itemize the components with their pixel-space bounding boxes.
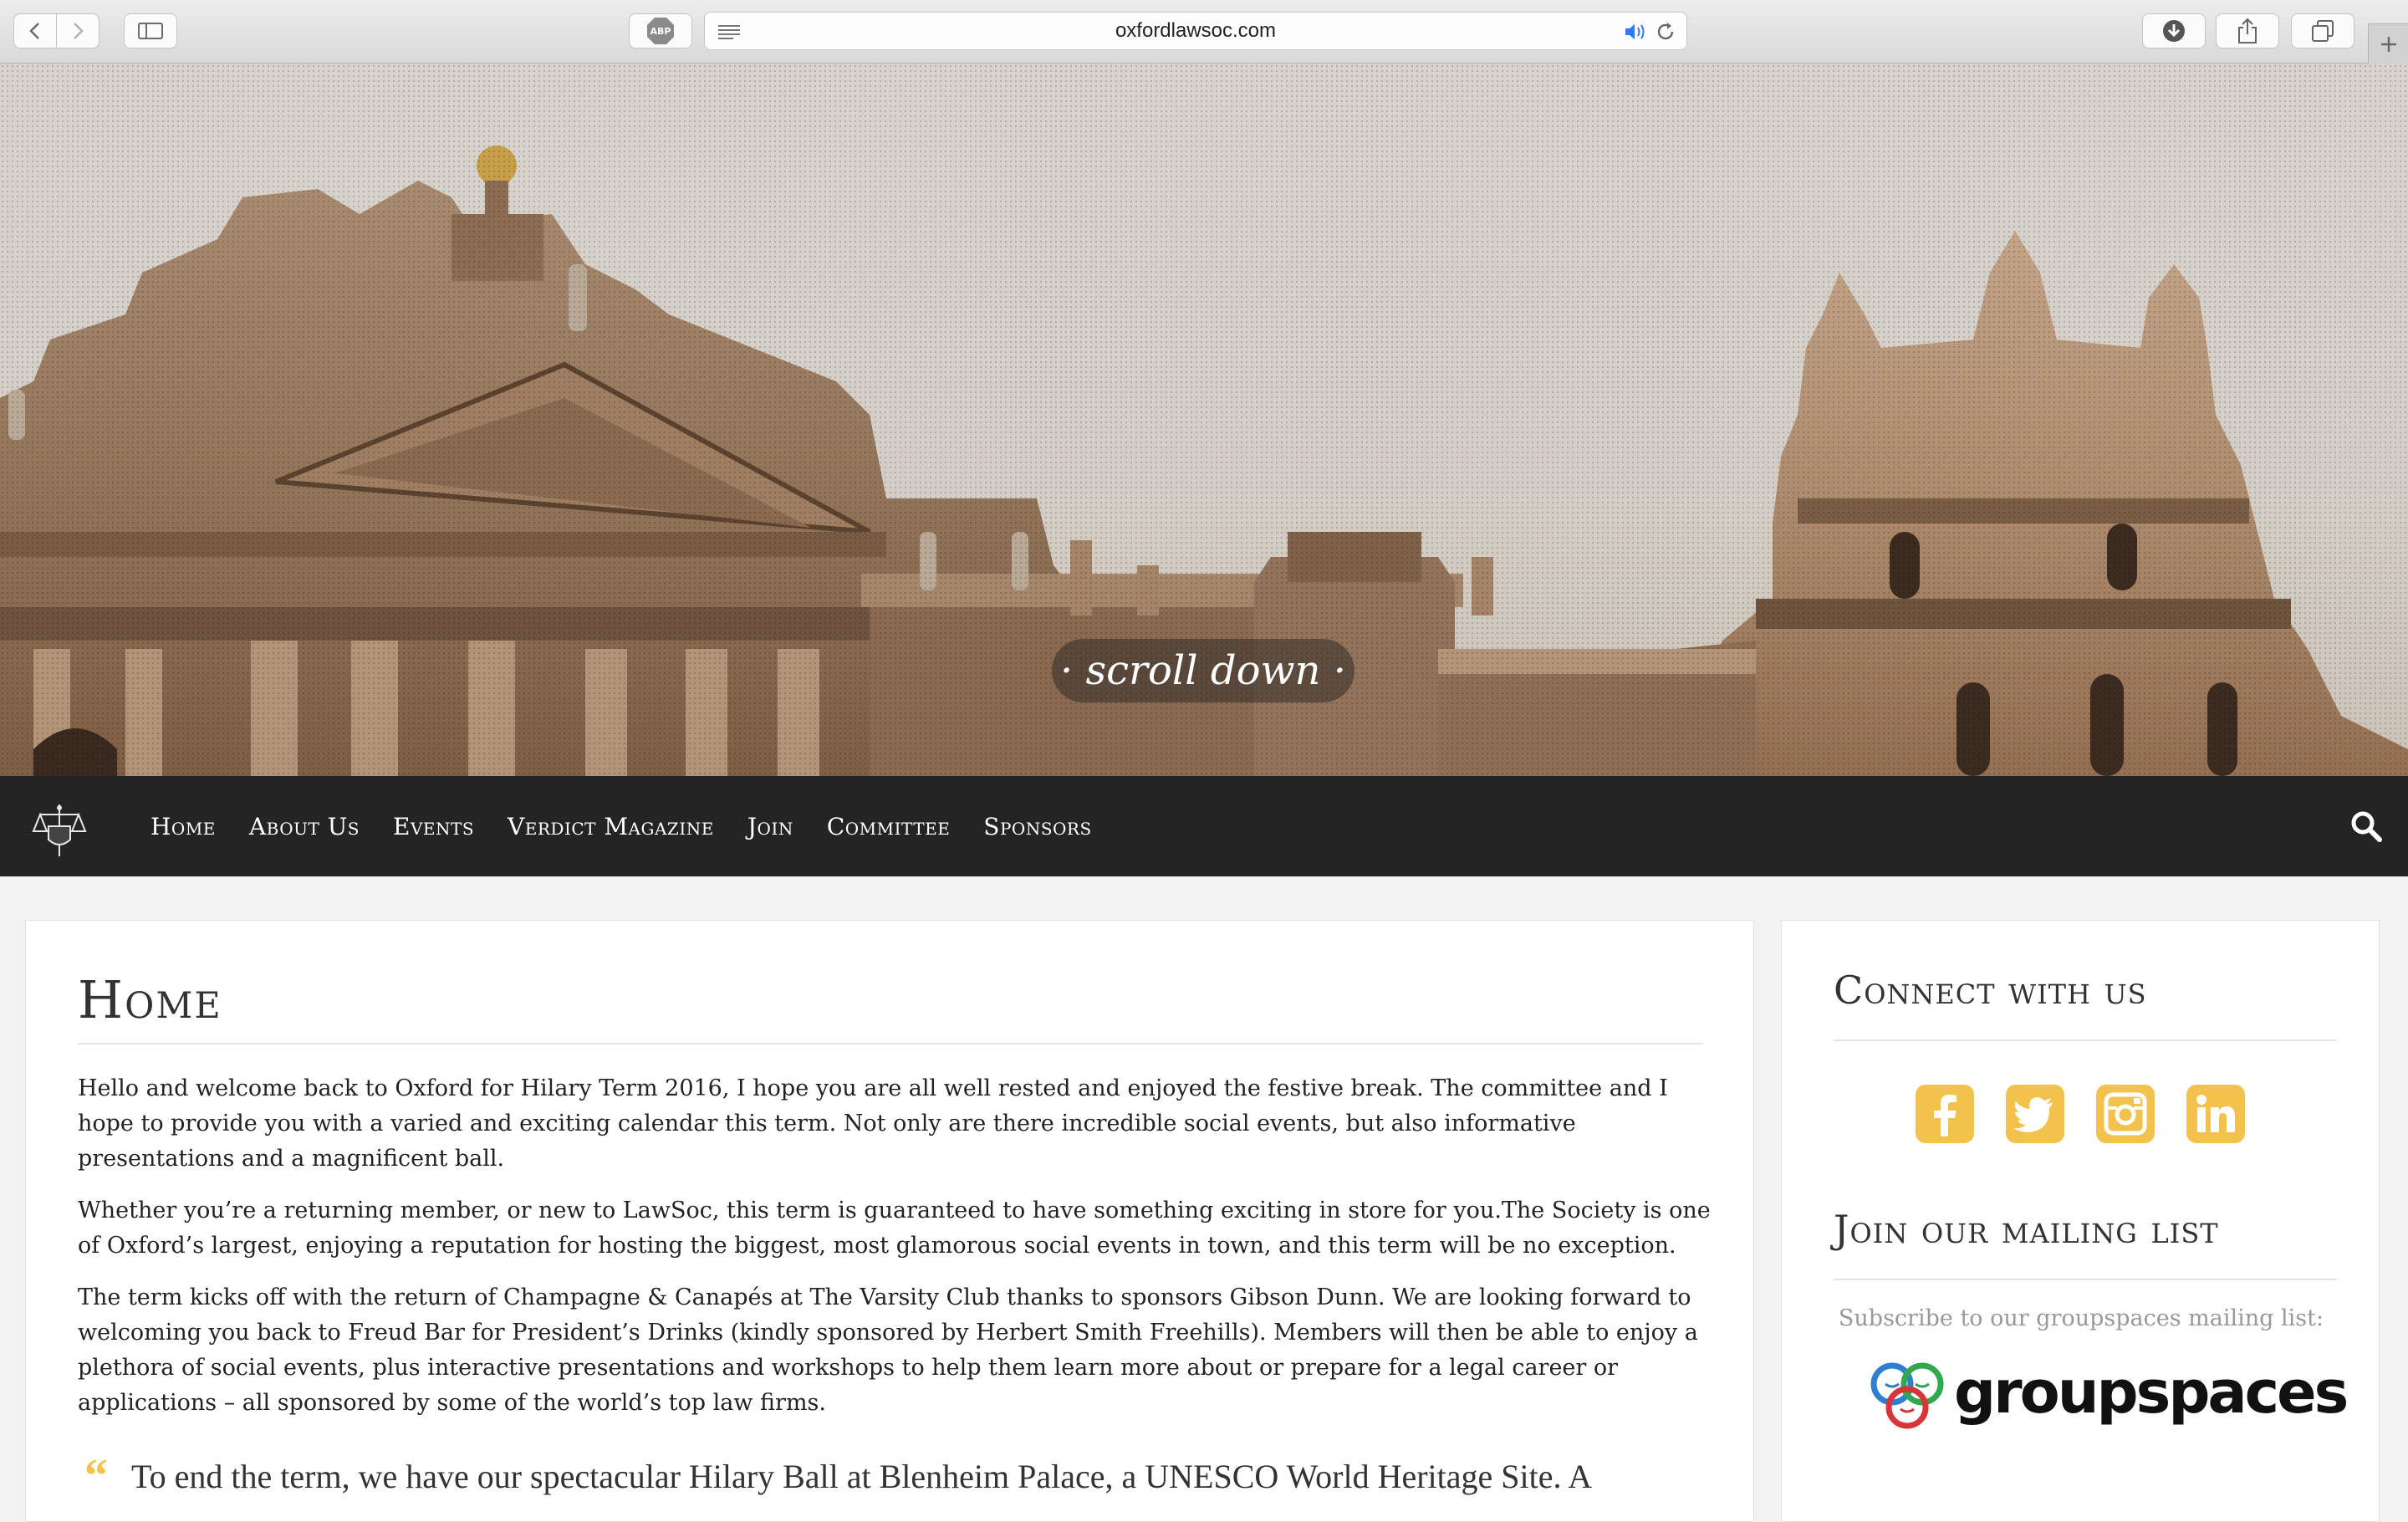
adblock-icon: ABP <box>647 18 674 44</box>
linkedin-icon[interactable] <box>2186 1085 2245 1143</box>
download-icon <box>2163 20 2185 42</box>
share-button[interactable] <box>2216 13 2279 49</box>
nav-item-sponsors[interactable]: Sponsors <box>983 813 1091 840</box>
instagram-icon[interactable] <box>2096 1085 2155 1143</box>
back-button[interactable] <box>13 13 57 49</box>
show-tabs-button[interactable] <box>2291 13 2354 49</box>
nav-item-about-us[interactable]: About Us <box>249 813 360 840</box>
main-navigation: Home About Us Events Verdict Magazine Jo… <box>0 776 2408 876</box>
lawsoc-crest-logo[interactable] <box>30 801 89 860</box>
subscribe-text: Subscribe to our groupspaces mailing lis… <box>1838 1305 2324 1331</box>
nav-item-verdict-magazine[interactable]: Verdict Magazine <box>508 813 714 840</box>
paragraph-returning: Whether you’re a returning member, or ne… <box>78 1198 1711 1259</box>
mailing-list-heading: Join our mailing list <box>1834 1207 2219 1252</box>
title-divider <box>78 1043 1703 1044</box>
browser-toolbar: ABP oxfordlawsoc.com <box>0 0 2408 64</box>
social-links <box>1916 1085 2277 1143</box>
sidebar-toggle-button[interactable] <box>124 13 177 49</box>
tabs-icon <box>2312 20 2334 42</box>
pull-quote: “ To end the term, we have our spectacula… <box>84 1449 1723 1503</box>
nav-item-home[interactable]: Home <box>150 813 216 840</box>
connect-divider <box>1834 1039 2337 1041</box>
groupspaces-rings-icon <box>1870 1362 1944 1429</box>
reload-icon[interactable] <box>1655 21 1676 43</box>
adblock-label: ABP <box>650 26 671 37</box>
nav-item-committee[interactable]: Committee <box>827 813 950 840</box>
chevron-left-icon <box>29 23 39 39</box>
forward-button[interactable] <box>56 13 99 49</box>
sidebar-icon <box>138 23 163 39</box>
article-body: Hello and welcome back to Oxford for Hil… <box>78 1071 1717 1438</box>
groupspaces-logo[interactable]: groupspaces <box>1865 1356 2349 1436</box>
hero-banner: · scroll down · <box>0 64 2408 776</box>
quote-text: To end the term, we have our spectacular… <box>131 1458 1593 1495</box>
plus-icon <box>2380 36 2396 52</box>
facebook-icon[interactable] <box>1916 1085 1974 1143</box>
page-title: Home <box>78 969 222 1030</box>
sidebar-panel: Connect with us Join our mailing list Su… <box>1781 920 2380 1522</box>
scroll-down-button[interactable]: · scroll down · <box>1052 639 1354 702</box>
nav-item-join[interactable]: Join <box>747 813 793 840</box>
url-text[interactable]: oxfordlawsoc.com <box>705 13 1686 49</box>
chevron-right-icon <box>74 23 84 39</box>
groupspaces-wordmark: groupspaces <box>1954 1358 2349 1427</box>
search-icon[interactable] <box>2349 810 2383 843</box>
main-content-panel: Home Hello and welcome back to Oxford fo… <box>25 920 1754 1522</box>
address-bar[interactable]: oxfordlawsoc.com <box>704 12 1687 50</box>
adblock-button[interactable]: ABP <box>629 13 692 49</box>
nav-menu: Home About Us Events Verdict Magazine Jo… <box>150 776 1125 876</box>
new-tab-button[interactable] <box>2368 23 2408 64</box>
share-icon <box>2238 18 2257 43</box>
quote-mark-icon: “ <box>84 1450 108 1502</box>
connect-heading: Connect with us <box>1834 968 2147 1013</box>
twitter-icon[interactable] <box>2006 1085 2064 1143</box>
paragraph-welcome: Hello and welcome back to Oxford for Hil… <box>78 1075 1668 1172</box>
paragraph-events: The term kicks off with the return of Ch… <box>78 1285 1698 1416</box>
audio-playing-icon[interactable] <box>1623 21 1648 43</box>
nav-item-events[interactable]: Events <box>393 813 474 840</box>
downloads-button[interactable] <box>2142 13 2206 49</box>
mailing-divider <box>1834 1279 2337 1280</box>
